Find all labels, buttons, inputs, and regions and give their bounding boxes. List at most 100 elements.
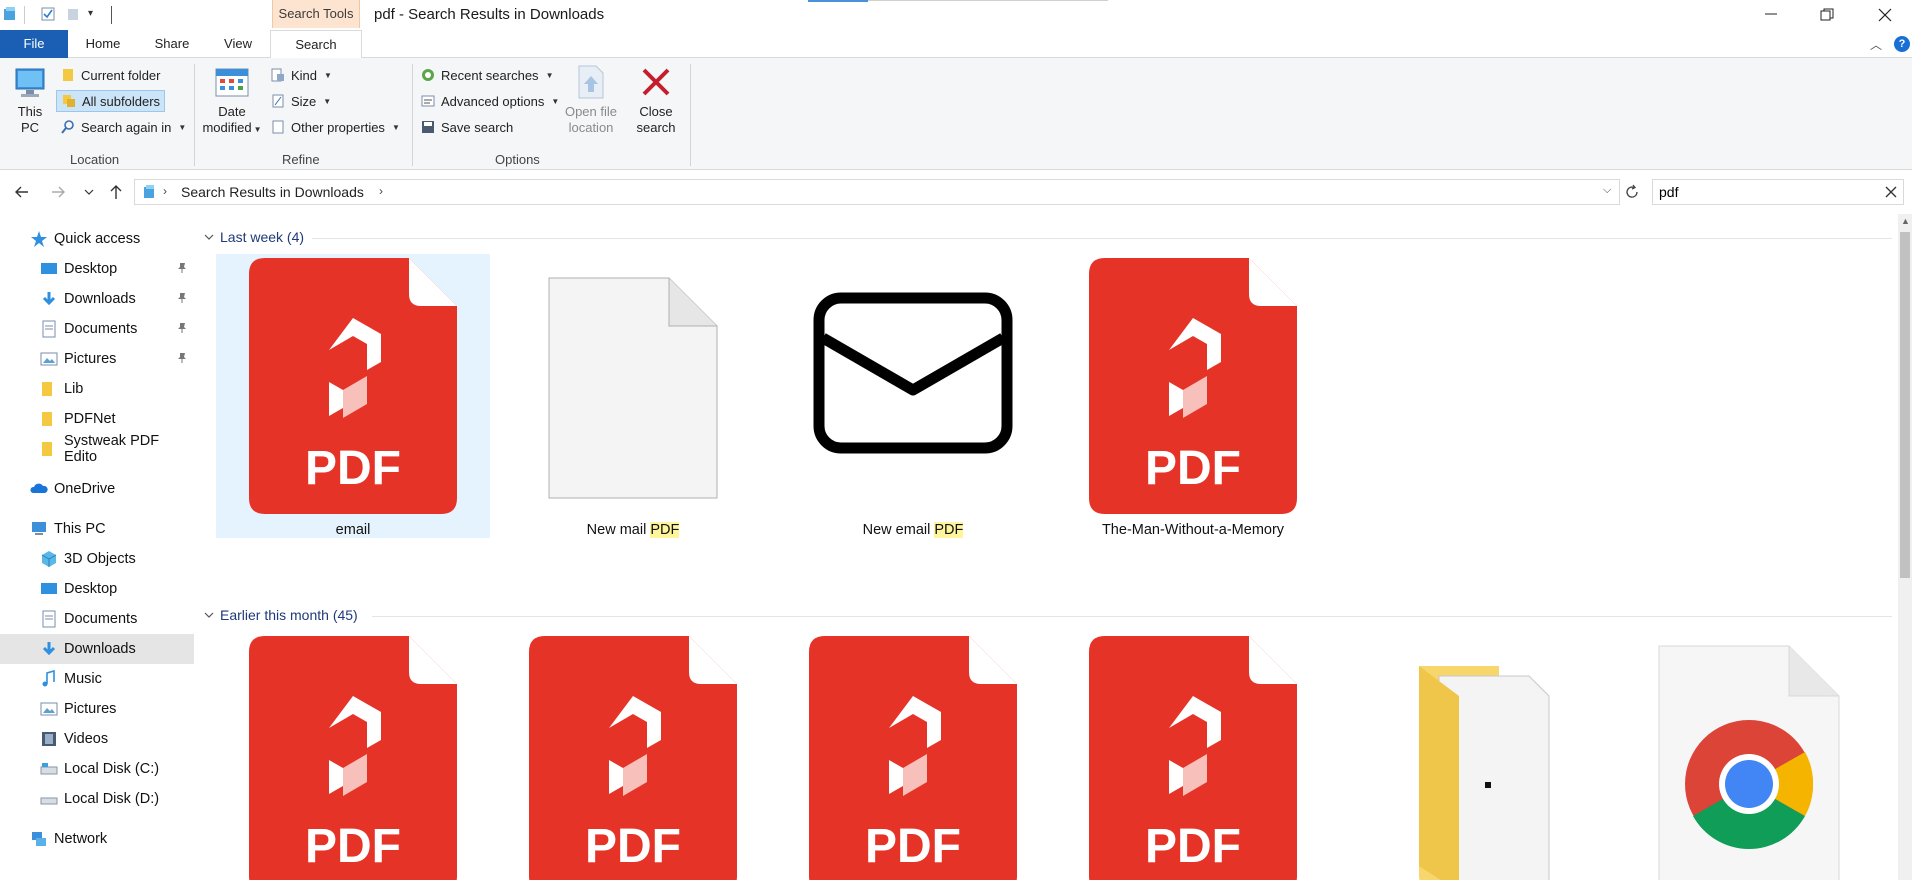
nav-label: Music [64,671,102,687]
recent-searches-button[interactable]: Recent searches ▼ [420,64,553,86]
breadcrumb-search-results[interactable]: Search Results in Downloads [181,184,364,200]
group-header-last-week[interactable]: Last week (4) [204,226,304,248]
minimize-icon [1765,13,1777,15]
nav-videos[interactable]: Videos [0,724,194,754]
file-tile-the-man-without-a-memory[interactable]: PDF The-Man-Without-a-Memory [1056,254,1330,538]
forward-arrow-icon [52,186,65,198]
address-dropdown-icon[interactable]: ⌵ [1603,184,1611,197]
clear-search-icon[interactable] [1885,186,1897,198]
current-folder-button[interactable]: Current folder [60,64,160,86]
breadcrumb-chevron-icon[interactable]: › [379,184,383,198]
nav-pc-downloads[interactable]: Downloads [0,634,194,664]
nav-lib[interactable]: Lib [0,374,194,404]
nav-documents[interactable]: Documents [0,314,194,344]
svg-text:PDF: PDF [1145,820,1241,873]
file-tile[interactable]: PDF [1056,632,1330,880]
tab-view[interactable]: View [206,30,270,58]
search-box[interactable]: pdf [1652,179,1904,205]
chevron-down-icon [204,612,214,618]
nav-pictures[interactable]: Pictures [0,344,194,374]
nav-label: Documents [64,611,138,627]
chevron-down-icon [84,189,94,195]
music-icon [42,670,55,687]
nav-downloads[interactable]: Downloads [0,284,194,314]
nav-3d-objects[interactable]: 3D Objects [0,544,194,574]
folder-icon [63,69,73,81]
nav-network[interactable]: Network [0,824,194,854]
nav-pc-pictures[interactable]: Pictures [0,694,194,724]
file-tile-new-email-pdf[interactable]: New email PDF [776,254,1050,538]
date-modified-label-2: modified [202,120,252,135]
scroll-up-icon[interactable]: ▲ [1901,216,1910,226]
advanced-options-button[interactable]: Advanced options ▼ [420,90,559,112]
other-properties-button[interactable]: Other properties ▼ [270,116,400,138]
window-title: pdf - Search Results in Downloads [374,6,605,23]
download-icon [42,292,56,306]
this-pc-label-2: PC [20,120,40,135]
tab-share[interactable]: Share [138,30,206,58]
address-bar[interactable]: › Search Results in Downloads › ⌵ [134,179,1620,205]
forward-button[interactable] [48,182,70,202]
search-again-in-button[interactable]: Search again in ▼ [60,116,186,138]
nav-pdfnet[interactable]: PDFNet [0,404,194,434]
scrollbar-thumb[interactable] [1900,232,1910,578]
restore-button[interactable] [1804,0,1850,30]
save-search-button[interactable]: Save search [420,116,513,138]
nav-this-pc[interactable]: This PC [0,514,194,544]
file-tile[interactable]: PDF [776,632,1050,880]
this-pc-button[interactable]: This PC [10,66,50,136]
open-file-location-label-1: Open file [564,104,618,119]
nav-quick-access[interactable]: Quick access [0,224,194,254]
file-tile[interactable]: PDF [216,632,490,880]
up-button[interactable] [106,182,128,202]
close-window-button[interactable] [1862,0,1908,30]
tab-file[interactable]: File [0,30,68,58]
file-tile[interactable]: PDF [496,632,770,880]
file-tile-new-mail-pdf[interactable]: New mail PDF [496,254,770,538]
date-modified-button[interactable]: Date modified ▼ [200,66,264,138]
search-input[interactable]: pdf [1659,184,1678,200]
nav-desktop[interactable]: Desktop [0,254,194,284]
chrome-html-file-icon [1658,645,1840,880]
file-tile[interactable] [1606,632,1880,880]
refresh-button[interactable] [1622,182,1646,202]
cloud-icon [30,483,48,493]
nav-pc-documents[interactable]: Documents [0,604,194,634]
nav-label: OneDrive [54,481,116,497]
breadcrumb-chevron-icon[interactable]: › [163,184,167,198]
kind-button[interactable]: Kind ▼ [270,64,332,86]
nav-local-disk-d[interactable]: Local Disk (D:) [0,784,194,814]
customize-qat-icon[interactable]: ▾ [88,8,93,19]
help-icon[interactable]: ? [1894,36,1910,52]
recent-locations-button[interactable] [82,182,96,202]
nav-systweak-pdf-editor[interactable]: Systweak PDF Edito [0,433,194,465]
file-tile-email[interactable]: PDF email [216,254,490,538]
blank-file-icon [548,277,718,499]
desktop-icon [41,583,57,594]
nav-local-disk-c[interactable]: Local Disk (C:) [0,754,194,784]
nav-music[interactable]: Music [0,664,194,694]
search-again-in-label: Search again in [81,119,172,135]
open-file-location-button[interactable]: Open file location [560,64,622,136]
properties-icon[interactable] [40,6,56,22]
pin-icon [178,353,186,363]
file-tile[interactable] [1336,632,1610,880]
pdf-file-icon: PDF [249,636,457,880]
new-folder-icon[interactable] [66,6,82,22]
nav-label: Local Disk (C:) [64,761,160,777]
nav-label: Pictures [64,351,117,367]
tab-home[interactable]: Home [68,30,138,58]
all-subfolders-label: All subfolders [82,93,161,109]
size-button[interactable]: Size ▼ [270,90,331,112]
back-button[interactable] [12,182,34,202]
group-header-earlier-this-month[interactable]: Earlier this month (45) [204,604,358,626]
all-subfolders-button[interactable]: All subfolders [56,90,166,112]
close-search-button[interactable]: Close search [632,64,680,136]
minimize-button[interactable] [1748,0,1794,30]
nav-onedrive[interactable]: OneDrive [0,474,194,504]
collapse-ribbon-icon[interactable]: ︿ [1870,36,1882,53]
tab-search[interactable]: Search [270,30,362,59]
nav-label: Quick access [54,231,141,247]
nav-pc-desktop[interactable]: Desktop [0,574,194,604]
vertical-scrollbar[interactable]: ▲ [1898,214,1912,880]
